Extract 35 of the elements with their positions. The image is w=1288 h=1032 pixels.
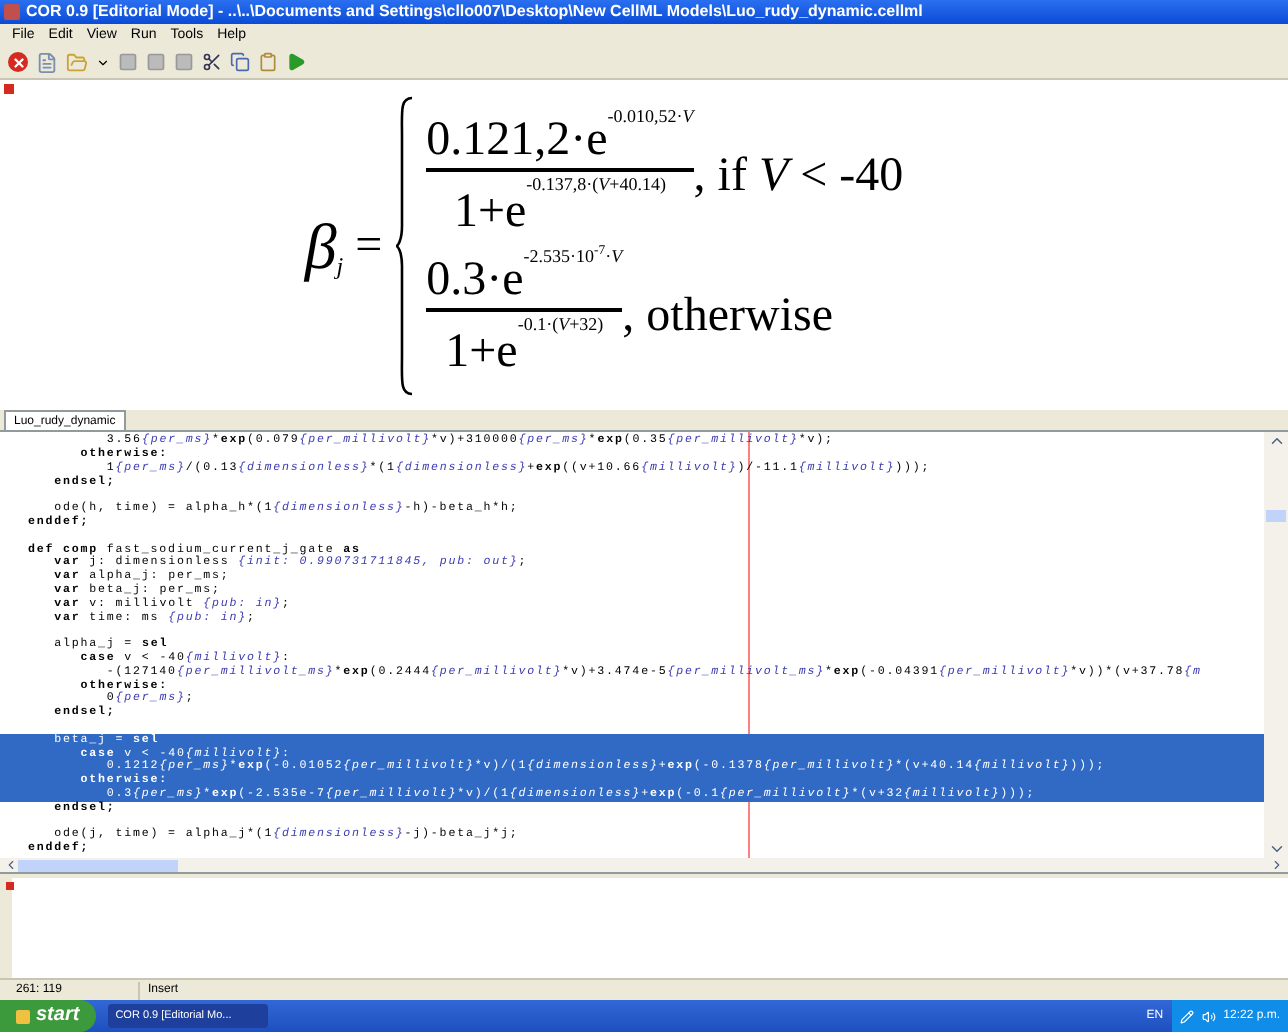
subscript: j	[336, 253, 344, 278]
error-icon	[4, 83, 14, 94]
exponent: -0.010,52·V	[607, 107, 694, 126]
numerator: 0.121,2·e	[426, 115, 608, 164]
denominator: 1+e	[453, 187, 527, 236]
scroll-thumb[interactable]	[1266, 510, 1286, 523]
new-file-icon[interactable]	[36, 51, 58, 74]
condition: , otherwise	[622, 287, 833, 346]
stop-icon[interactable]	[8, 52, 28, 73]
vertical-scrollbar[interactable]	[1264, 432, 1288, 859]
exponent: -2.535·10$^{-7}$·V	[523, 247, 623, 266]
speaker-icon[interactable]	[1201, 1009, 1216, 1024]
error-icon	[6, 882, 14, 891]
exponent: -0.1·(V+32)	[517, 315, 604, 334]
caret-icon[interactable]	[96, 55, 110, 70]
cut-icon[interactable]	[202, 52, 222, 73]
start-button[interactable]: start	[0, 1000, 96, 1032]
scroll-right-icon[interactable]	[1270, 858, 1284, 873]
window-title: COR 0.9 [Editorial Mode] - ..\..\Documents and Settings\cllo007\Desktop\New CellML Models\Luo_rudy_dynamic.cellml	[26, 3, 923, 20]
run-icon[interactable]	[286, 52, 306, 73]
condition: , if V < -40	[693, 147, 904, 206]
denominator: 1+e	[445, 327, 518, 376]
app-icon	[4, 3, 20, 20]
pen-icon[interactable]	[1179, 1009, 1194, 1024]
scroll-left-icon[interactable]	[4, 858, 18, 873]
numerator: 0.3·e	[426, 255, 524, 304]
paste-icon[interactable]	[258, 52, 278, 73]
exponent: -0.137,8·(V+40.14)	[526, 175, 666, 194]
scroll-thumb[interactable]	[18, 859, 178, 872]
horizontal-scrollbar[interactable]	[0, 858, 1288, 875]
equals-sign: =	[355, 217, 383, 276]
symbol: β	[304, 213, 337, 278]
folder-icon[interactable]	[66, 51, 88, 74]
windows-logo-icon	[16, 1009, 30, 1024]
copy-icon[interactable]	[230, 52, 250, 73]
